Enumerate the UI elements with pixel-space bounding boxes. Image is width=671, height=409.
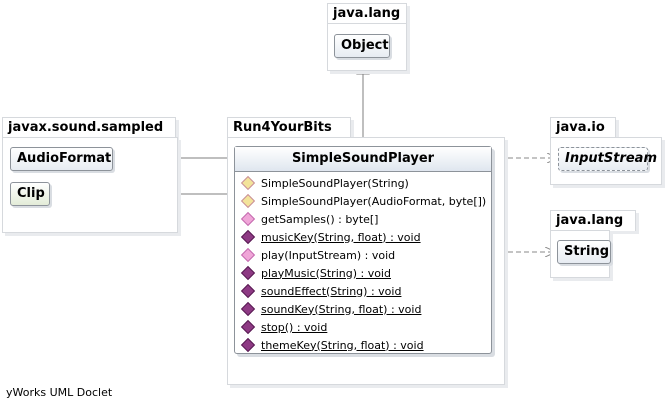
member-signature: SimpleSoundPlayer(String)	[261, 176, 409, 190]
class-name: SimpleSoundPlayer	[235, 147, 491, 172]
public-method-icon	[240, 211, 256, 227]
method-row[interactable]: soundEffect(String) : void	[240, 282, 402, 300]
constructor-row[interactable]: SimpleSoundPlayer(String)	[240, 174, 409, 192]
package-label: java.lang	[550, 210, 636, 231]
member-signature: SimpleSoundPlayer(AudioFormat, byte[])	[261, 194, 487, 208]
member-signature: stop() : void	[261, 320, 328, 334]
class-audioformat[interactable]: AudioFormat	[10, 147, 113, 171]
package-label: Run4YourBits	[227, 117, 351, 138]
interface-inputstream[interactable]: InputStream	[558, 147, 657, 171]
constructor-row[interactable]: SimpleSoundPlayer(AudioFormat, byte[])	[240, 192, 487, 210]
public-method-icon	[240, 247, 256, 263]
method-row[interactable]: musicKey(String, float) : void	[240, 228, 421, 246]
static-method-icon	[240, 301, 256, 317]
method-row[interactable]: themeKey(String, float) : void	[240, 336, 424, 354]
package-label: java.io	[550, 117, 616, 138]
member-signature: play(InputStream) : void	[261, 248, 396, 262]
class-clip[interactable]: Clip	[10, 182, 50, 206]
member-signature: musicKey(String, float) : void	[261, 230, 421, 244]
package-label: java.lang	[327, 3, 407, 24]
member-signature: themeKey(String, float) : void	[261, 338, 424, 352]
member-signature: soundKey(String, float) : void	[261, 302, 422, 316]
method-row[interactable]: stop() : void	[240, 318, 328, 336]
member-signature: playMusic(String) : void	[261, 266, 391, 280]
class-simplesoundplayer[interactable]: SimpleSoundPlayer SimpleSoundPlayer(Stri…	[234, 146, 492, 354]
package-label: javax.sound.sampled	[2, 117, 176, 138]
method-row[interactable]: play(InputStream) : void	[240, 246, 396, 264]
static-method-icon	[240, 265, 256, 281]
class-object[interactable]: Object	[334, 34, 390, 58]
class-string[interactable]: String	[557, 240, 611, 264]
static-method-icon	[240, 229, 256, 245]
footer-credit: yWorks UML Doclet	[6, 386, 113, 399]
method-row[interactable]: getSamples() : byte[]	[240, 210, 379, 228]
static-method-icon	[240, 319, 256, 335]
member-signature: getSamples() : byte[]	[261, 212, 379, 226]
method-row[interactable]: soundKey(String, float) : void	[240, 300, 422, 318]
static-method-icon	[240, 337, 256, 353]
method-row[interactable]: playMusic(String) : void	[240, 264, 391, 282]
static-method-icon	[240, 283, 256, 299]
constructor-icon	[240, 175, 256, 191]
constructor-icon	[240, 193, 256, 209]
member-signature: soundEffect(String) : void	[261, 284, 402, 298]
